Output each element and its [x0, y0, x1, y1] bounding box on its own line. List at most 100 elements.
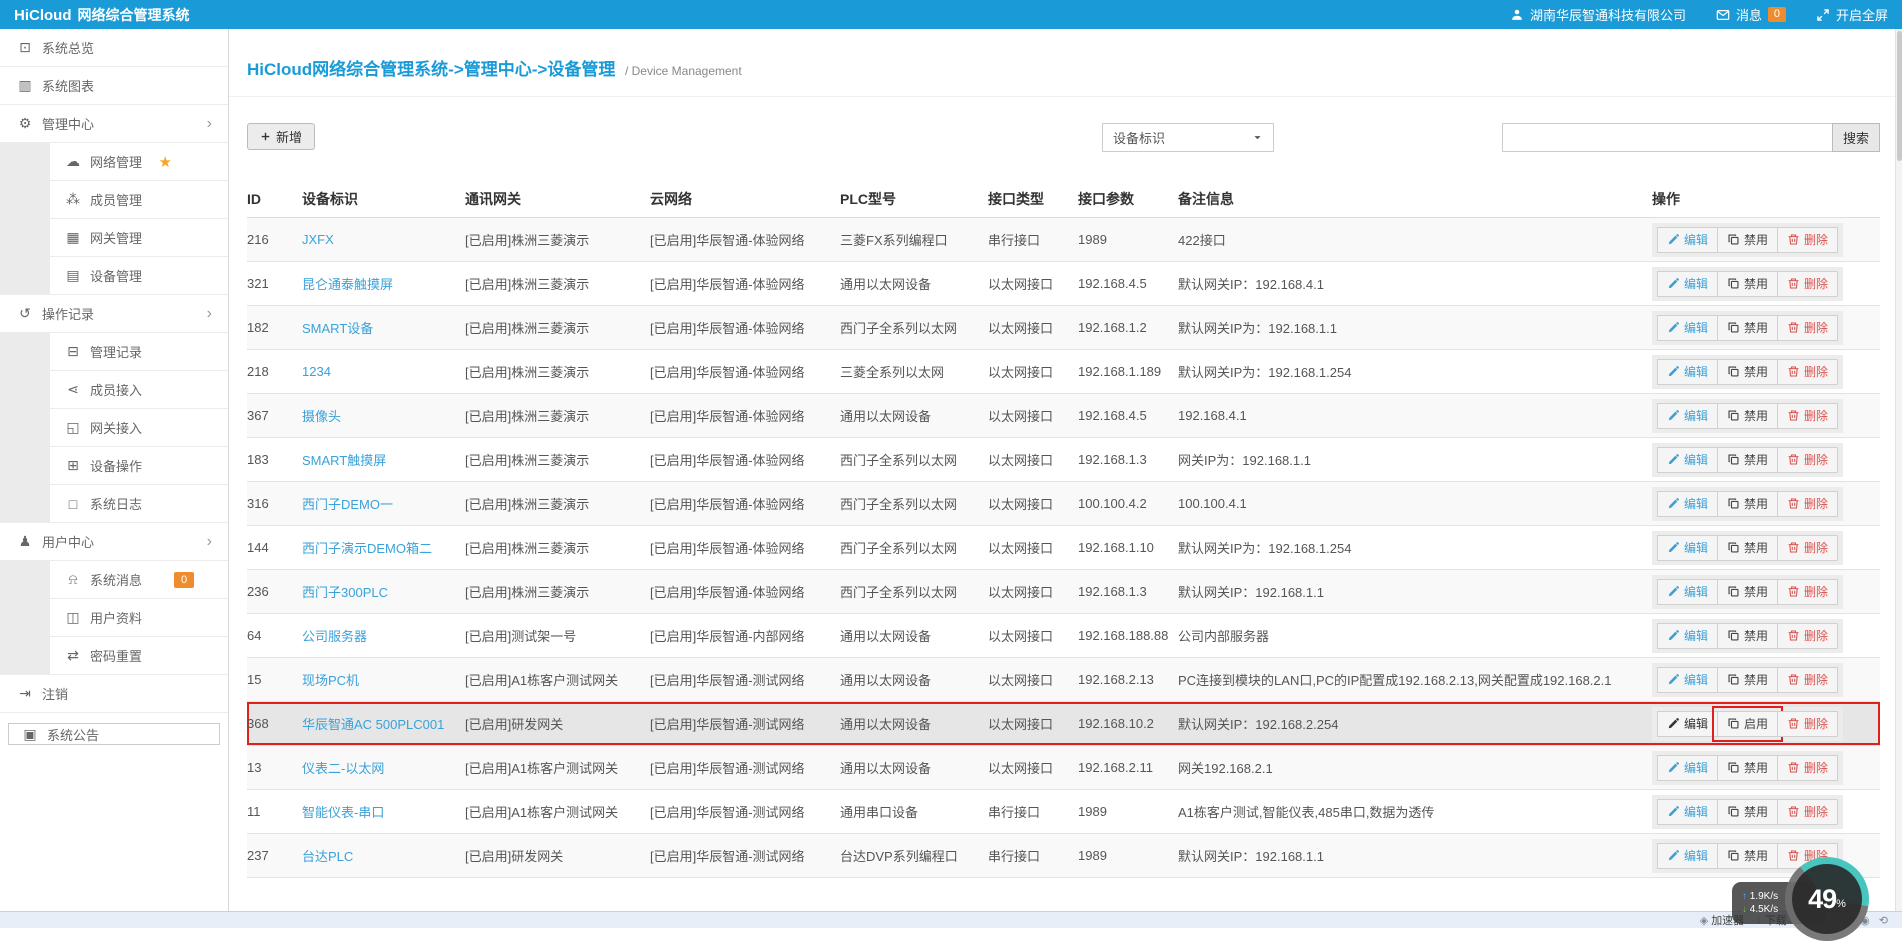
delete-button[interactable]: 删除 [1777, 666, 1839, 693]
add-device-button[interactable]: 新增 [247, 123, 316, 150]
delete-button[interactable]: 删除 [1777, 270, 1839, 297]
sidebar-item-gateway-access[interactable]: ◱ 网关接入 ★ › [0, 409, 228, 447]
device-name-link[interactable]: 仪表二-以太网 [302, 761, 384, 776]
page-scrollbar[interactable] [1895, 29, 1902, 911]
sidebar-badge: 0 [174, 571, 194, 588]
edit-button[interactable]: 编辑 [1657, 622, 1719, 649]
disable-button[interactable]: 禁用 [1717, 226, 1779, 253]
edit-button[interactable]: 编辑 [1657, 710, 1719, 737]
edit-button[interactable]: 编辑 [1657, 666, 1719, 693]
edit-button[interactable]: 编辑 [1657, 534, 1719, 561]
edit-button[interactable]: 编辑 [1657, 270, 1719, 297]
enable-button[interactable]: 启用 [1712, 705, 1784, 742]
device-name-link[interactable]: 华辰智通AC 500PLC001 [302, 717, 444, 732]
disable-button[interactable]: 禁用 [1717, 534, 1779, 561]
disable-button[interactable]: 禁用 [1717, 402, 1779, 429]
boost-gauge-overlay[interactable]: 49 % [1785, 857, 1869, 941]
search-input[interactable] [1502, 123, 1832, 152]
device-name-link[interactable]: 西门子演示DEMO箱二 [302, 541, 432, 556]
sidebar-item-logout[interactable]: ⇥ 注销 ★ › [0, 675, 228, 713]
delete-button[interactable]: 删除 [1777, 358, 1839, 385]
delete-button[interactable]: 删除 [1777, 578, 1839, 605]
device-name-link[interactable]: 智能仪表-串口 [302, 805, 384, 820]
sidebar-item-admin-records[interactable]: ⊟ 管理记录 ★ › [0, 333, 228, 371]
device-name-link[interactable]: 现场PC机 [302, 673, 359, 688]
edit-button[interactable]: 编辑 [1657, 798, 1719, 825]
messages-menu[interactable]: 消息 0 [1716, 5, 1786, 24]
cell-id: 13 [247, 760, 262, 775]
sidebar-item-member-mgmt[interactable]: ⁂ 成员管理 ★ › [0, 181, 228, 219]
edit-button[interactable]: 编辑 [1657, 754, 1719, 781]
table-row: 13 仪表二-以太网 [已启用]A1栋客户测试网关 [已启用]华辰智通-测试网络… [247, 746, 1880, 790]
account-menu[interactable]: 湖南华辰智通科技有限公司 [1510, 5, 1686, 24]
action-button-group: 编辑 禁用 删除 [1652, 222, 1844, 257]
sidebar-item-system-log[interactable]: □ 系统日志 ★ › [0, 485, 228, 523]
pencil-icon [1667, 673, 1680, 686]
disable-button[interactable]: 禁用 [1717, 666, 1779, 693]
sidebar-item-system-messages[interactable]: ⍾ 系统消息 ★ 0 › [0, 561, 228, 599]
device-name-link[interactable]: 公司服务器 [302, 629, 367, 644]
filter-select[interactable]: 设备标识 [1102, 123, 1274, 152]
edit-button[interactable]: 编辑 [1657, 578, 1719, 605]
sidebar-item-system-notice[interactable]: ▣ 系统公告 ★ › [8, 723, 220, 745]
delete-button[interactable]: 删除 [1777, 534, 1839, 561]
sidebar-item-password-reset[interactable]: ⇄ 密码重置 ★ › [0, 637, 228, 675]
disable-button[interactable]: 禁用 [1717, 446, 1779, 473]
sidebar-item-device-mgmt[interactable]: ▤ 设备管理 ★ › [0, 257, 228, 295]
sidebar-item-device-operation[interactable]: ⊞ 设备操作 ★ › [0, 447, 228, 485]
sidebar-item-system-overview[interactable]: ⊡ 系统总览 ★ › [0, 29, 228, 67]
sidebar-item-user-center[interactable]: ♟ 用户中心 ★ › [0, 523, 228, 561]
sidebar-item-gateway-mgmt[interactable]: ▦ 网关管理 ★ › [0, 219, 228, 257]
delete-button[interactable]: 删除 [1777, 622, 1839, 649]
disable-button[interactable]: 禁用 [1717, 490, 1779, 517]
delete-button[interactable]: 删除 [1777, 754, 1839, 781]
cell-actions: 编辑 启用 删除 [1652, 705, 1880, 742]
cell-cloud-network: [已启用]华辰智通-体验网络 [650, 365, 805, 380]
delete-button[interactable]: 删除 [1777, 226, 1839, 253]
delete-button[interactable]: 删除 [1777, 314, 1839, 341]
sidebar-item-system-charts[interactable]: ▥ 系统图表 ★ › [0, 67, 228, 105]
scrollbar-thumb[interactable] [1897, 31, 1902, 161]
delete-button[interactable]: 删除 [1777, 446, 1839, 473]
device-name-link[interactable]: SMART设备 [302, 321, 373, 336]
delete-button[interactable]: 删除 [1777, 490, 1839, 517]
disable-button[interactable]: 禁用 [1717, 578, 1779, 605]
sidebar-item-operation-records[interactable]: ↺ 操作记录 ★ › [0, 295, 228, 333]
edit-button[interactable]: 编辑 [1657, 842, 1719, 869]
device-name-link[interactable]: SMART触摸屏 [302, 453, 386, 468]
edit-button[interactable]: 编辑 [1657, 314, 1719, 341]
disable-button[interactable]: 禁用 [1717, 270, 1779, 297]
sidebar-item-member-access[interactable]: ⋖ 成员接入 ★ › [0, 371, 228, 409]
column-header: 接口参数 [1078, 190, 1134, 207]
device-name-link[interactable]: 昆仑通泰触摸屏 [302, 277, 393, 292]
browser-tool-icon[interactable]: ⟲ [1879, 915, 1888, 927]
sidebar-item-admin-center[interactable]: ⚙ 管理中心 ★ › [0, 105, 228, 143]
search-button[interactable]: 搜索 [1832, 123, 1880, 152]
disable-button[interactable]: 禁用 [1717, 358, 1779, 385]
delete-button[interactable]: 删除 [1777, 798, 1839, 825]
th-large-icon: ◫ [66, 609, 80, 625]
edit-button[interactable]: 编辑 [1657, 358, 1719, 385]
edit-button[interactable]: 编辑 [1657, 446, 1719, 473]
device-name-link[interactable]: 西门子DEMO一 [302, 497, 393, 512]
disable-button[interactable]: 禁用 [1717, 798, 1779, 825]
device-name-link[interactable]: 1234 [302, 364, 331, 379]
edit-button[interactable]: 编辑 [1657, 490, 1719, 517]
device-name-link[interactable]: 西门子300PLC [302, 585, 388, 600]
disable-button[interactable]: 禁用 [1717, 314, 1779, 341]
table-row: 183 SMART触摸屏 [已启用]株洲三菱演示 [已启用]华辰智通-体验网络 … [247, 438, 1880, 482]
disable-button[interactable]: 禁用 [1717, 622, 1779, 649]
cell-interface-param: 1989 [1078, 804, 1107, 819]
edit-button[interactable]: 编辑 [1657, 402, 1719, 429]
device-name-link[interactable]: JXFX [302, 232, 334, 247]
edit-button[interactable]: 编辑 [1657, 226, 1719, 253]
sidebar-item-user-profile[interactable]: ◫ 用户资料 ★ › [0, 599, 228, 637]
device-name-link[interactable]: 台达PLC [302, 849, 353, 864]
fullscreen-toggle[interactable]: 开启全屏 [1816, 5, 1888, 24]
delete-button[interactable]: 删除 [1777, 710, 1839, 737]
device-name-link[interactable]: 摄像头 [302, 409, 341, 424]
sidebar-item-network-mgmt[interactable]: ☁ 网络管理 ★ › [0, 143, 228, 181]
delete-button[interactable]: 删除 [1777, 402, 1839, 429]
disable-button[interactable]: 禁用 [1717, 842, 1779, 869]
disable-button[interactable]: 禁用 [1717, 754, 1779, 781]
